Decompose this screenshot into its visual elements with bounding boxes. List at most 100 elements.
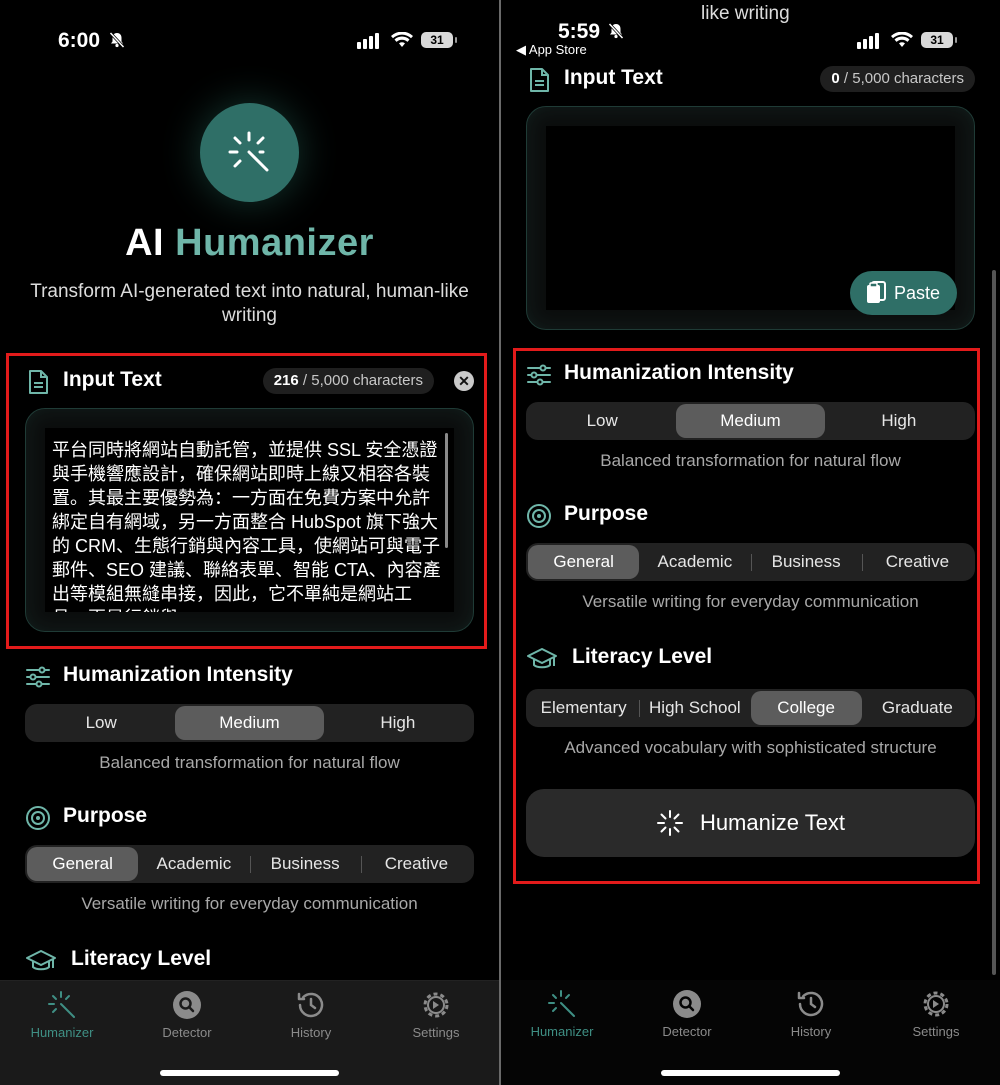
purpose-option-business[interactable]: Business: [249, 847, 361, 881]
silent-bell-icon: [608, 22, 624, 40]
tab-detector[interactable]: Detector: [142, 989, 232, 1040]
intensity-option-high[interactable]: High: [825, 404, 973, 438]
purpose-description: Versatile writing for everyday communica…: [582, 592, 919, 611]
history-clock-icon: [297, 992, 324, 1018]
intensity-option-low[interactable]: Low: [528, 404, 676, 438]
cellular-signal-icon: [357, 33, 379, 49]
literacy-option-college[interactable]: College: [750, 691, 862, 725]
app-subtitle: Transform AI-generated text into natural…: [30, 281, 469, 326]
literacy-option-graduate[interactable]: Graduate: [862, 691, 973, 725]
wifi-icon: [391, 32, 413, 47]
clear-text-button[interactable]: ✕: [454, 371, 474, 391]
purpose-label: Purpose: [63, 804, 148, 827]
input-text-header: Input Text 0 / 5,000 characters: [526, 64, 975, 94]
intensity-label: Humanization Intensity: [564, 361, 794, 384]
magic-wand-icon: [48, 991, 75, 1018]
input-text-box: 平台同時將網站自動託管，並提供 SSL 安全憑證與手機響應設計，確保網站即時上線…: [25, 408, 474, 632]
tab-humanizer-label: Humanizer: [30, 1025, 94, 1040]
input-text-box: Paste: [526, 106, 975, 330]
purpose-header: Purpose: [526, 500, 975, 530]
purpose-option-academic[interactable]: Academic: [639, 545, 750, 579]
purpose-segmented-control: General Academic Business Creative: [526, 543, 975, 581]
right-screen: like writing 5:59 ◀ App Store 31 Input T…: [501, 0, 1000, 1085]
literacy-option-elementary[interactable]: Elementary: [528, 691, 639, 725]
tab-humanizer-label: Humanizer: [530, 1024, 594, 1039]
status-bar: 5:59 ◀ App Store 31: [501, 0, 1000, 70]
purpose-option-general[interactable]: General: [27, 847, 139, 881]
tab-history[interactable]: History: [766, 988, 856, 1039]
purpose-option-creative[interactable]: Creative: [861, 545, 973, 579]
text-scrollbar[interactable]: [445, 433, 448, 548]
home-indicator[interactable]: [160, 1070, 339, 1076]
intensity-description: Balanced transformation for natural flow: [600, 451, 901, 470]
tab-history-label: History: [790, 1024, 832, 1039]
character-count-value: 0: [831, 70, 840, 87]
wifi-icon: [891, 32, 913, 47]
tab-humanizer[interactable]: Humanizer: [517, 988, 607, 1039]
literacy-label: Literacy Level: [71, 947, 212, 970]
tab-humanizer[interactable]: Humanizer: [17, 989, 107, 1040]
gear-icon: [923, 991, 949, 1017]
tab-settings[interactable]: Settings: [391, 989, 481, 1040]
paste-button[interactable]: Paste: [849, 271, 957, 315]
target-icon: [527, 504, 551, 528]
purpose-option-general[interactable]: General: [528, 545, 640, 579]
app-title-humanizer: Humanizer: [175, 222, 374, 264]
intensity-option-medium[interactable]: Medium: [175, 706, 324, 740]
humanize-text-button[interactable]: Humanize Text: [526, 789, 975, 857]
character-count: 216 / 5,000 characters: [262, 368, 434, 394]
tab-history[interactable]: History: [266, 989, 356, 1040]
search-icon: [173, 991, 201, 1019]
purpose-label: Purpose: [564, 502, 649, 525]
input-text-area[interactable]: 平台同時將網站自動託管，並提供 SSL 安全憑證與手機響應設計，確保網站即時上線…: [45, 428, 454, 612]
app-logo: [200, 103, 299, 202]
paste-label: Paste: [893, 283, 940, 303]
graduation-cap-icon: [527, 648, 557, 669]
clipboard-icon: [866, 281, 886, 303]
literacy-header: Literacy Level: [526, 643, 975, 673]
literacy-segmented-control: Elementary High School College Graduate: [526, 689, 975, 727]
status-time: 5:59: [558, 20, 601, 43]
literacy-option-high-school[interactable]: High School: [639, 691, 750, 725]
intensity-option-medium[interactable]: Medium: [676, 404, 825, 438]
status-bar: 6:00 31: [0, 0, 499, 70]
back-to-app-store[interactable]: ◀ App Store: [516, 42, 587, 58]
intensity-description: Balanced transformation for natural flow: [99, 753, 400, 772]
left-screen: 6:00 31 AI Humanizer Transform AI-genera…: [0, 0, 499, 1085]
humanize-button-label: Humanize Text: [699, 810, 846, 835]
tab-detector-label: Detector: [162, 1025, 212, 1040]
tab-detector-label: Detector: [662, 1024, 712, 1039]
tab-history-label: History: [290, 1025, 332, 1040]
app-title: AI Humanizer: [0, 222, 499, 265]
tab-settings-label: Settings: [412, 1025, 460, 1040]
tab-detector[interactable]: Detector: [642, 988, 732, 1039]
gear-icon: [423, 992, 449, 1018]
tab-bar: Humanizer Detector History Settings: [0, 980, 499, 1085]
intensity-option-low[interactable]: Low: [27, 706, 175, 740]
character-count: 0 / 5,000 characters: [820, 66, 975, 92]
document-icon: [29, 370, 48, 394]
magic-wand-icon: [228, 131, 269, 172]
purpose-option-academic[interactable]: Academic: [138, 847, 249, 881]
purpose-option-creative[interactable]: Creative: [360, 847, 472, 881]
magic-wand-icon: [548, 990, 575, 1017]
character-limit: / 5,000 characters: [843, 70, 964, 87]
search-icon: [673, 990, 701, 1018]
sliders-icon: [26, 666, 50, 688]
status-time: 6:00: [58, 29, 101, 52]
intensity-option-high[interactable]: High: [324, 706, 472, 740]
home-indicator[interactable]: [661, 1070, 840, 1076]
literacy-description: Advanced vocabulary with sophisticated s…: [564, 738, 937, 757]
sparkle-icon: [656, 810, 683, 836]
character-count-value: 216: [273, 372, 299, 389]
silent-bell-icon: [109, 31, 125, 49]
purpose-header: Purpose: [25, 802, 474, 832]
intensity-label: Humanization Intensity: [63, 663, 293, 686]
target-icon: [26, 806, 50, 830]
intensity-segmented-control: Low Medium High: [25, 704, 474, 742]
input-text-label: Input Text: [63, 368, 162, 391]
intensity-header: Humanization Intensity: [526, 359, 975, 389]
tab-settings[interactable]: Settings: [891, 988, 981, 1039]
purpose-option-business[interactable]: Business: [750, 545, 862, 579]
page-scrollbar[interactable]: [992, 270, 996, 975]
